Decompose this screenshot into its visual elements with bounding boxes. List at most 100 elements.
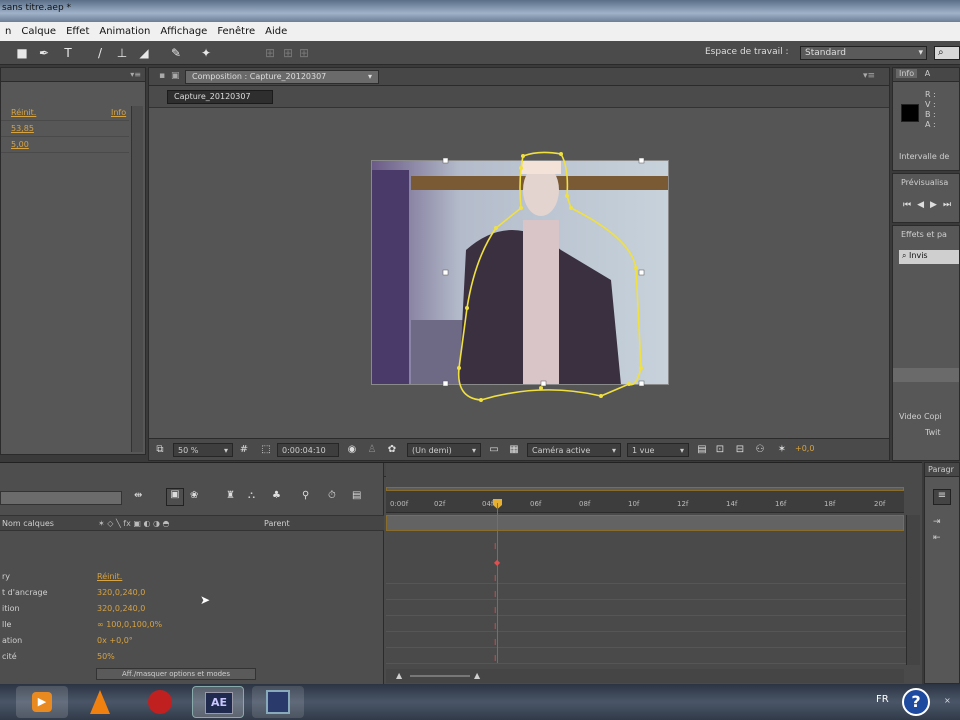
snapshot-icon[interactable]: ◉ — [345, 443, 359, 457]
stopwatch-icon[interactable]: ⏱ — [328, 490, 336, 501]
taskbar-media-player[interactable]: ▶ — [16, 686, 68, 718]
keyframe-icon[interactable]: I — [494, 575, 501, 583]
workspace-select[interactable]: Standard ▾ — [800, 46, 927, 60]
toggle-pixel-aspect-icon[interactable]: ▤ — [695, 443, 709, 457]
menu-item-calque[interactable]: Calque — [16, 26, 61, 37]
value-field[interactable]: 5,00 — [11, 140, 29, 149]
tab-audio[interactable]: A — [925, 69, 930, 78]
taskbar-browser[interactable] — [134, 686, 186, 718]
playback-controls[interactable]: ⏮◀▶⏭ — [903, 200, 957, 210]
work-area-bar[interactable] — [386, 487, 904, 491]
taskbar-vlc[interactable] — [74, 686, 126, 718]
effects-item-twitch[interactable]: Twit — [925, 428, 940, 437]
toggle-switches-modes-button[interactable]: Aff./masquer options et modes — [96, 668, 256, 680]
timeline-search-input[interactable] — [0, 491, 122, 505]
help-icon[interactable]: ? — [902, 688, 930, 716]
composition-icon[interactable]: ▤ — [352, 490, 361, 501]
fast-preview-icon[interactable]: ⊡ — [713, 443, 727, 457]
text-tool-icon[interactable]: T — [60, 45, 76, 61]
pen-tool-icon[interactable]: ✒ — [36, 45, 52, 61]
scrollbar[interactable] — [131, 106, 143, 452]
brainstorm-icon[interactable]: ♣ — [272, 490, 281, 501]
safe-zones-icon[interactable]: # — [237, 443, 251, 457]
menu-item-fichier[interactable]: n — [0, 26, 16, 37]
frame-blending-icon[interactable]: ♜ — [226, 490, 235, 501]
menu-item-affichage[interactable]: Affichage — [155, 26, 212, 37]
axis-view-icon[interactable]: ⊞ — [296, 45, 312, 61]
puppet-pin-tool-icon[interactable]: ✦ — [198, 45, 214, 61]
transparency-grid-icon[interactable]: ▦ — [507, 443, 521, 457]
close-icon[interactable]: × — [944, 696, 951, 705]
eraser-tool-icon[interactable]: ◢ — [136, 45, 152, 61]
keyframe-icon[interactable]: I — [494, 655, 501, 663]
timeline-zoom-bar[interactable]: ▲ ▲ — [386, 669, 904, 683]
clone-stamp-tool-icon[interactable]: ⊥ — [114, 45, 130, 61]
composition-viewer-controls: ⧉ 50 % ▾ # ⬚ 0:00:04:10 ◉ ♙ ✿ (Un demi) ▾ … — [149, 438, 889, 460]
menu-item-animation[interactable]: Animation — [94, 26, 155, 37]
fast-previews-icon[interactable]: ▭ — [487, 443, 501, 457]
composition-breadcrumb[interactable]: Capture_20120307 — [167, 90, 273, 104]
brush-tool-icon[interactable]: / — [92, 45, 108, 61]
keyframe-icon[interactable]: I — [494, 607, 501, 615]
resolution-select[interactable]: (Un demi) ▾ — [407, 443, 481, 457]
layer-duration-bar[interactable] — [386, 515, 904, 531]
zoom-in-icon[interactable]: ▲ — [474, 671, 480, 680]
exposure-value[interactable]: +0,0 — [795, 444, 814, 453]
roto-brush-tool-icon[interactable]: ✎ — [168, 45, 184, 61]
lock-icon[interactable]: ▪ — [159, 71, 165, 81]
motion-blur-icon[interactable]: ⛬ — [248, 490, 255, 501]
region-of-interest-icon[interactable]: ⬚ — [259, 443, 273, 457]
keyframe-icon[interactable]: I — [494, 623, 501, 631]
current-time-display[interactable]: 0:00:04:10 — [277, 443, 339, 457]
camera-view-select[interactable]: Caméra active ▾ — [527, 443, 621, 457]
align-left-icon[interactable]: ≡ — [933, 489, 951, 505]
axis-world-icon[interactable]: ⊞ — [280, 45, 296, 61]
keyframe-icon[interactable]: ◆ — [494, 559, 501, 567]
preview-title: Prévisualisa — [901, 178, 949, 187]
tab-info[interactable]: Info — [896, 69, 918, 78]
zoom-out-icon[interactable]: ▲ — [396, 671, 402, 680]
menu-item-fenetre[interactable]: Fenêtre — [212, 26, 260, 37]
views-layout-select[interactable]: 1 vue ▾ — [627, 443, 689, 457]
timeline-icon[interactable]: ⊟ — [733, 443, 747, 457]
taskbar-film-app[interactable] — [252, 686, 304, 718]
roto-mask-outline[interactable] — [371, 148, 671, 408]
graph-editor-icon[interactable]: ⚲ — [302, 490, 309, 501]
tab-composition[interactable]: Composition : Capture_20120307 ▾ — [185, 70, 379, 84]
after-effects-icon: AE — [205, 692, 233, 714]
effects-presets-panel: Effets et pa ⌕ Invis Video Copi Twit — [892, 225, 960, 461]
panel-menu-icon[interactable]: ▾≡ — [130, 70, 141, 79]
channel-icon[interactable]: ✿ — [385, 443, 399, 457]
space-before-icon[interactable]: ⇤ — [933, 533, 941, 543]
help-search-icon[interactable]: ⌕ — [934, 46, 960, 60]
menu-item-aide[interactable]: Aide — [260, 26, 292, 37]
keyframe-icon[interactable]: I — [494, 591, 501, 599]
menu-item-effet[interactable]: Effet — [61, 26, 94, 37]
media-player-icon: ▶ — [32, 692, 52, 712]
shy-layers-icon[interactable]: ❀ — [190, 490, 198, 501]
zoom-select[interactable]: 50 % ▾ — [173, 443, 233, 457]
value-field[interactable]: 53,85 — [11, 124, 34, 133]
show-snapshot-icon[interactable]: ♙ — [365, 443, 379, 457]
keyframe-icon[interactable]: I — [494, 543, 501, 551]
panel-menu-icon[interactable]: ▾≡ — [863, 71, 875, 81]
rectangle-tool-icon[interactable]: ■ — [14, 45, 30, 61]
keyframe-icon[interactable]: I — [494, 639, 501, 647]
info-panel: Info A R : V : B : A : Intervalle de — [892, 67, 960, 171]
always-preview-icon[interactable]: ⧉ — [153, 443, 167, 457]
effects-search-input[interactable]: ⌕ Invis — [899, 250, 959, 264]
effects-category-video-copilot[interactable]: Video Copi — [899, 412, 942, 421]
timeline-scrollbar[interactable] — [906, 515, 920, 665]
comp-mini-flowchart-icon[interactable]: ⇹ — [134, 490, 142, 501]
axis-local-icon[interactable]: ⊞ — [262, 45, 278, 61]
exposure-icon[interactable]: ✶ — [775, 443, 789, 457]
effects-title: Effets et pa — [901, 230, 947, 239]
property-row-scale: lle ∞ 100,0,100,0% — [2, 620, 163, 629]
about-link[interactable]: Info — [111, 108, 126, 117]
reset-link[interactable]: Réinit. — [11, 108, 36, 117]
draft-3d-icon[interactable]: ▣ — [166, 488, 184, 506]
taskbar-after-effects[interactable]: AE — [192, 686, 244, 718]
language-indicator[interactable]: FR — [876, 694, 889, 705]
flowchart-icon[interactable]: ⚇ — [753, 443, 767, 457]
indent-left-icon[interactable]: ⇥ — [933, 517, 941, 527]
